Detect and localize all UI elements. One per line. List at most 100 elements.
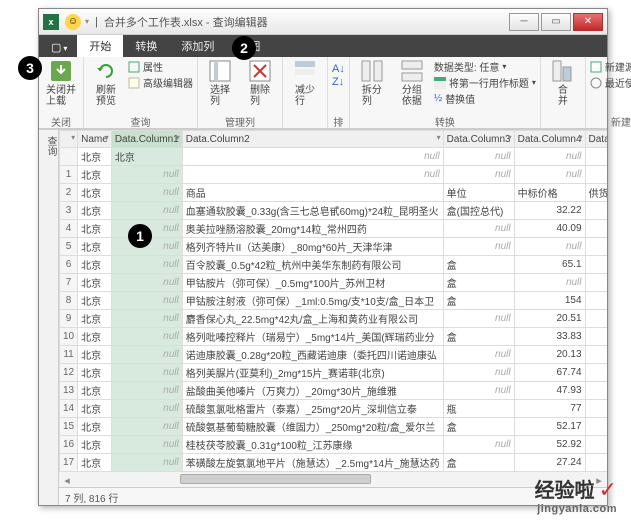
replace-values-button[interactable]: ½替换值 bbox=[434, 91, 536, 106]
rownum-cell[interactable]: 1 bbox=[60, 166, 78, 184]
data-type-dropdown[interactable]: 数据类型: 任意 ▾ bbox=[434, 59, 536, 74]
cell[interactable]: 北京 bbox=[78, 148, 112, 166]
rownum-cell[interactable]: 14 bbox=[60, 400, 78, 418]
cell[interactable]: null bbox=[514, 166, 585, 184]
properties-button[interactable]: 属性 bbox=[128, 59, 193, 74]
table-row[interactable]: 12 北京 null格列美脲片(亚莫利)_2mg*15片_赛诺菲(北京)null… bbox=[60, 364, 608, 382]
cell[interactable]: null bbox=[443, 238, 514, 256]
cell[interactable]: null bbox=[111, 274, 182, 292]
split-column-button[interactable]: 拆分 列 bbox=[354, 59, 390, 107]
advanced-editor-button[interactable]: 高级编辑器 bbox=[128, 75, 193, 90]
table-row[interactable]: 9 北京 null麝香保心丸_22.5mg*42丸/盒_上海和黄药业有限公司nu… bbox=[60, 310, 608, 328]
rownum-cell[interactable]: 5 bbox=[60, 238, 78, 256]
rownum-cell[interactable]: 13 bbox=[60, 382, 78, 400]
data-grid[interactable]: ▾ Name▾ Data.Column1▾ Data.Column2▾ Data… bbox=[59, 130, 607, 471]
maximize-button[interactable]: ▭ bbox=[541, 13, 571, 31]
cell[interactable]: null bbox=[111, 310, 182, 328]
cell[interactable] bbox=[585, 328, 607, 346]
tab-add-column[interactable]: 添加列 bbox=[169, 35, 226, 57]
cell[interactable]: null bbox=[443, 382, 514, 400]
rownum-cell[interactable]: 2 bbox=[60, 184, 78, 202]
cell[interactable]: 甲钴胺片（弥可保）_0.5mg*100片_苏州卫材 bbox=[182, 274, 443, 292]
cell[interactable]: null bbox=[111, 202, 182, 220]
cell[interactable]: null bbox=[111, 364, 182, 382]
cell[interactable]: null bbox=[111, 166, 182, 184]
reduce-rows-button[interactable]: 减少 行 bbox=[287, 59, 323, 107]
col-header-c2[interactable]: Data.Column2▾ bbox=[182, 131, 443, 148]
cell[interactable]: 桂枝茯苓胶囊_0.31g*100粒_江苏康缘 bbox=[182, 436, 443, 454]
table-row[interactable]: 17 北京 null苯磺酸左旋氨氯地平片（施慧达）_2.5mg*14片_施慧达药… bbox=[60, 454, 608, 472]
cell[interactable]: null bbox=[514, 148, 585, 166]
cell[interactable] bbox=[585, 310, 607, 328]
rownum-cell[interactable]: 12 bbox=[60, 364, 78, 382]
cell[interactable]: null bbox=[111, 400, 182, 418]
first-row-header-button[interactable]: 将第一行用作标题 ▾ bbox=[434, 75, 536, 90]
cell[interactable]: null bbox=[443, 310, 514, 328]
cell[interactable]: null bbox=[111, 418, 182, 436]
rownum-cell[interactable]: 10 bbox=[60, 328, 78, 346]
cell[interactable]: 52.17 bbox=[514, 418, 585, 436]
cell[interactable]: 盒 bbox=[443, 292, 514, 310]
cell[interactable]: 盐酸曲美他嗪片（万爽力）_20mg*30片_施维雅 bbox=[182, 382, 443, 400]
cell[interactable] bbox=[585, 256, 607, 274]
table-row[interactable]: 11 北京 null诺迪康胶囊_0.28g*20粒_西藏诺迪康（委托四川诺迪康弘… bbox=[60, 346, 608, 364]
cell[interactable]: 百令胶囊_0.5g*42粒_杭州中美华东制药有限公司 bbox=[182, 256, 443, 274]
cell[interactable] bbox=[585, 166, 607, 184]
cell[interactable]: 盒 bbox=[443, 328, 514, 346]
cell[interactable]: 北京 bbox=[78, 184, 112, 202]
cell[interactable] bbox=[585, 382, 607, 400]
cell[interactable]: 北京 bbox=[78, 220, 112, 238]
cell[interactable]: 北京 bbox=[111, 148, 182, 166]
cell[interactable]: 32.22 bbox=[514, 202, 585, 220]
col-header-c1[interactable]: Data.Column1▾ bbox=[111, 131, 182, 148]
cell[interactable]: 北京 bbox=[78, 166, 112, 184]
cell[interactable] bbox=[585, 148, 607, 166]
cell[interactable]: null bbox=[443, 148, 514, 166]
table-row[interactable]: 14 北京 null硫酸氢氯吡格雷片（泰嘉）_25mg*20片_深圳信立泰瓶77 bbox=[60, 400, 608, 418]
cell[interactable]: 北京 bbox=[78, 202, 112, 220]
table-row[interactable]: 7 北京 null甲钴胺片（弥可保）_0.5mg*100片_苏州卫材盒null bbox=[60, 274, 608, 292]
cell[interactable]: 40.09 bbox=[514, 220, 585, 238]
rownum-cell[interactable]: 6 bbox=[60, 256, 78, 274]
cell[interactable]: 血塞通软胶囊_0.33g(含三七总皂甙60mg)*24粒_昆明圣火 bbox=[182, 202, 443, 220]
cell[interactable]: 33.83 bbox=[514, 328, 585, 346]
table-row[interactable]: 6 北京 null百令胶囊_0.5g*42粒_杭州中美华东制药有限公司盒65.1 bbox=[60, 256, 608, 274]
rownum-cell[interactable]: 3 bbox=[60, 202, 78, 220]
cell[interactable]: null bbox=[111, 382, 182, 400]
cell[interactable]: 27.24 bbox=[514, 454, 585, 472]
tab-transform[interactable]: 转换 bbox=[123, 35, 169, 57]
scroll-thumb[interactable] bbox=[180, 474, 372, 484]
rownum-cell[interactable]: 16 bbox=[60, 436, 78, 454]
cell[interactable]: 北京 bbox=[78, 292, 112, 310]
cell[interactable]: 盒 bbox=[443, 274, 514, 292]
dropdown-icon[interactable]: ▾ bbox=[85, 17, 89, 26]
cell[interactable]: 52.92 bbox=[514, 436, 585, 454]
refresh-preview-button[interactable]: 刷新 预览 bbox=[88, 59, 124, 107]
cell[interactable]: 65.1 bbox=[514, 256, 585, 274]
cell[interactable]: 北京 bbox=[78, 382, 112, 400]
rownum-cell[interactable]: 8 bbox=[60, 292, 78, 310]
tab-home[interactable]: 开始 bbox=[77, 35, 123, 57]
cell[interactable]: 北京 bbox=[78, 436, 112, 454]
cell[interactable]: 盒(国控总代) bbox=[443, 202, 514, 220]
cell[interactable] bbox=[585, 418, 607, 436]
cell[interactable]: null bbox=[111, 328, 182, 346]
cell[interactable]: 硫酸氢氯吡格雷片（泰嘉）_25mg*20片_深圳信立泰 bbox=[182, 400, 443, 418]
cell[interactable]: null bbox=[111, 346, 182, 364]
close-load-button[interactable]: 关闭并 上载 bbox=[43, 59, 79, 107]
cell[interactable] bbox=[585, 274, 607, 292]
cell[interactable]: 北京 bbox=[78, 274, 112, 292]
horizontal-scrollbar[interactable]: ◂ ▸ bbox=[59, 471, 607, 487]
rownum-cell[interactable]: 11 bbox=[60, 346, 78, 364]
cell[interactable]: 商品 bbox=[182, 184, 443, 202]
sort-asc-button[interactable]: A↓ bbox=[332, 63, 345, 75]
cell[interactable]: null bbox=[443, 346, 514, 364]
table-row[interactable]: 3 北京 null血塞通软胶囊_0.33g(含三七总皂甙60mg)*24粒_昆明… bbox=[60, 202, 608, 220]
cell[interactable]: 中标价格 bbox=[514, 184, 585, 202]
cell[interactable] bbox=[585, 202, 607, 220]
cell[interactable] bbox=[585, 436, 607, 454]
rownum-header[interactable]: ▾ bbox=[60, 131, 78, 148]
cell[interactable]: 瓶 bbox=[443, 400, 514, 418]
cell[interactable]: 20.13 bbox=[514, 346, 585, 364]
cell[interactable]: 北京 bbox=[78, 346, 112, 364]
